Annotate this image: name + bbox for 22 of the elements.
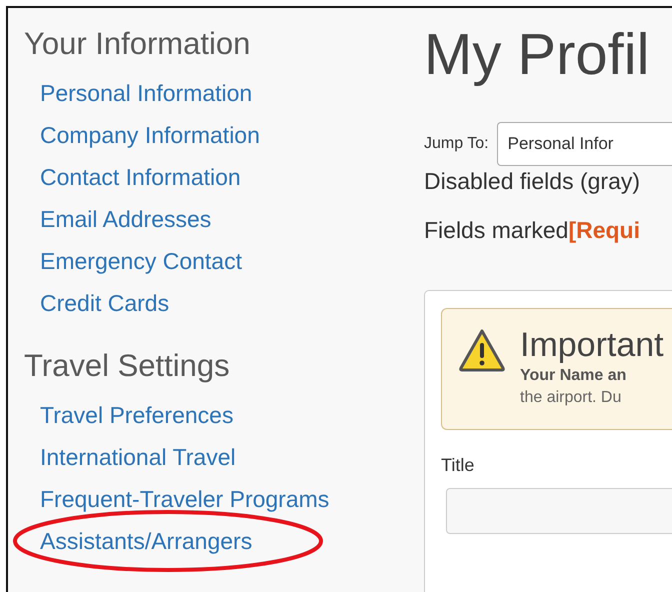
page-title: My Profil [424, 21, 651, 89]
disabled-note: Disabled fields (gray) [424, 167, 642, 196]
sidebar-link[interactable]: Emergency Contact [40, 248, 242, 274]
alert-text: Your Name an [520, 366, 628, 386]
warning-icon [458, 328, 506, 372]
sidebar-link[interactable]: Email Addresses [40, 206, 212, 232]
input-field[interactable] [446, 488, 672, 534]
section-heading: Your Information [24, 25, 252, 63]
sidebar-link[interactable]: Contact Information [40, 164, 241, 190]
sidebar-link[interactable]: Credit Cards [40, 290, 170, 316]
sidebar-link[interactable]: Company Information [40, 122, 260, 148]
alert-text: the airport. Du [520, 388, 622, 408]
jump-to-label: Jump To: [424, 135, 489, 153]
section-heading: Travel Settings [24, 347, 231, 385]
jump-to-select[interactable]: Personal Infor [496, 122, 672, 166]
sidebar-link[interactable]: International Travel [40, 444, 236, 470]
alert-title: Important [520, 325, 664, 365]
sidebar-link[interactable]: Personal Information [40, 80, 252, 106]
required-note: Fields marked[Requi [424, 216, 641, 245]
sidebar-link[interactable]: Travel Preferences [40, 402, 234, 428]
field-label: Title [441, 455, 476, 476]
sidebar-link[interactable]: Frequent-Traveler Programs [40, 486, 330, 512]
